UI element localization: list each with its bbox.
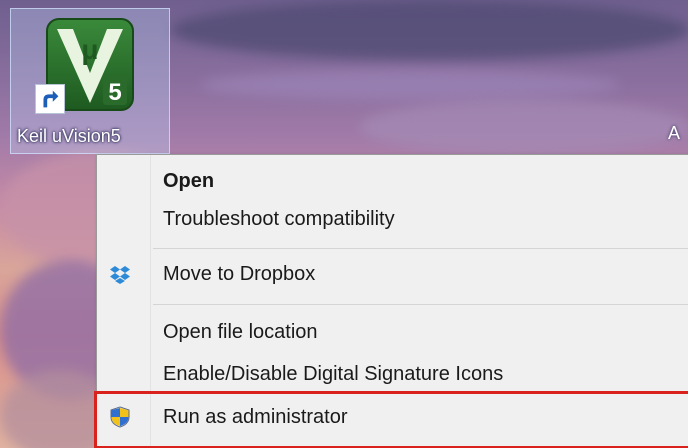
menu-item-open-file-location[interactable]: Open file location [97,316,688,348]
context-menu: Open Troubleshoot compatibility Move to … [94,154,688,448]
menu-item-move-to-dropbox[interactable]: Move to Dropbox [97,258,688,290]
shortcut-arrow-icon [35,84,65,114]
menu-item-troubleshoot-compatibility[interactable]: Troubleshoot compatibility [97,203,688,235]
cloud-decoration [170,0,688,60]
dropbox-icon [110,266,130,284]
menu-item-open[interactable]: Open [97,165,688,197]
menu-item-label: Move to Dropbox [163,263,316,285]
desktop-background: μ 5 Keil uVision5 A Open Troubleshoot co… [0,0,688,448]
partial-desktop-label: A [668,123,681,143]
menu-item-label: Enable/Disable Digital Signature Icons [163,363,504,385]
cloud-decoration [360,100,688,155]
menu-item-label: Troubleshoot compatibility [163,208,395,230]
cloud-decoration [200,70,620,100]
menu-item-label: Open file location [163,321,318,343]
keil-uvision5-desktop-shortcut[interactable]: μ 5 Keil uVision5 [10,8,170,154]
menu-separator [153,248,688,249]
menu-separator [153,304,688,305]
run-as-administrator-highlight [94,391,688,448]
menu-item-enable-disable-digital-signature-icons[interactable]: Enable/Disable Digital Signature Icons [97,358,688,390]
menu-item-label: Open [163,170,215,192]
svg-text:μ: μ [81,34,98,65]
desktop-shortcut-label: Keil uVision5 [17,126,121,146]
svg-text:5: 5 [108,79,121,106]
